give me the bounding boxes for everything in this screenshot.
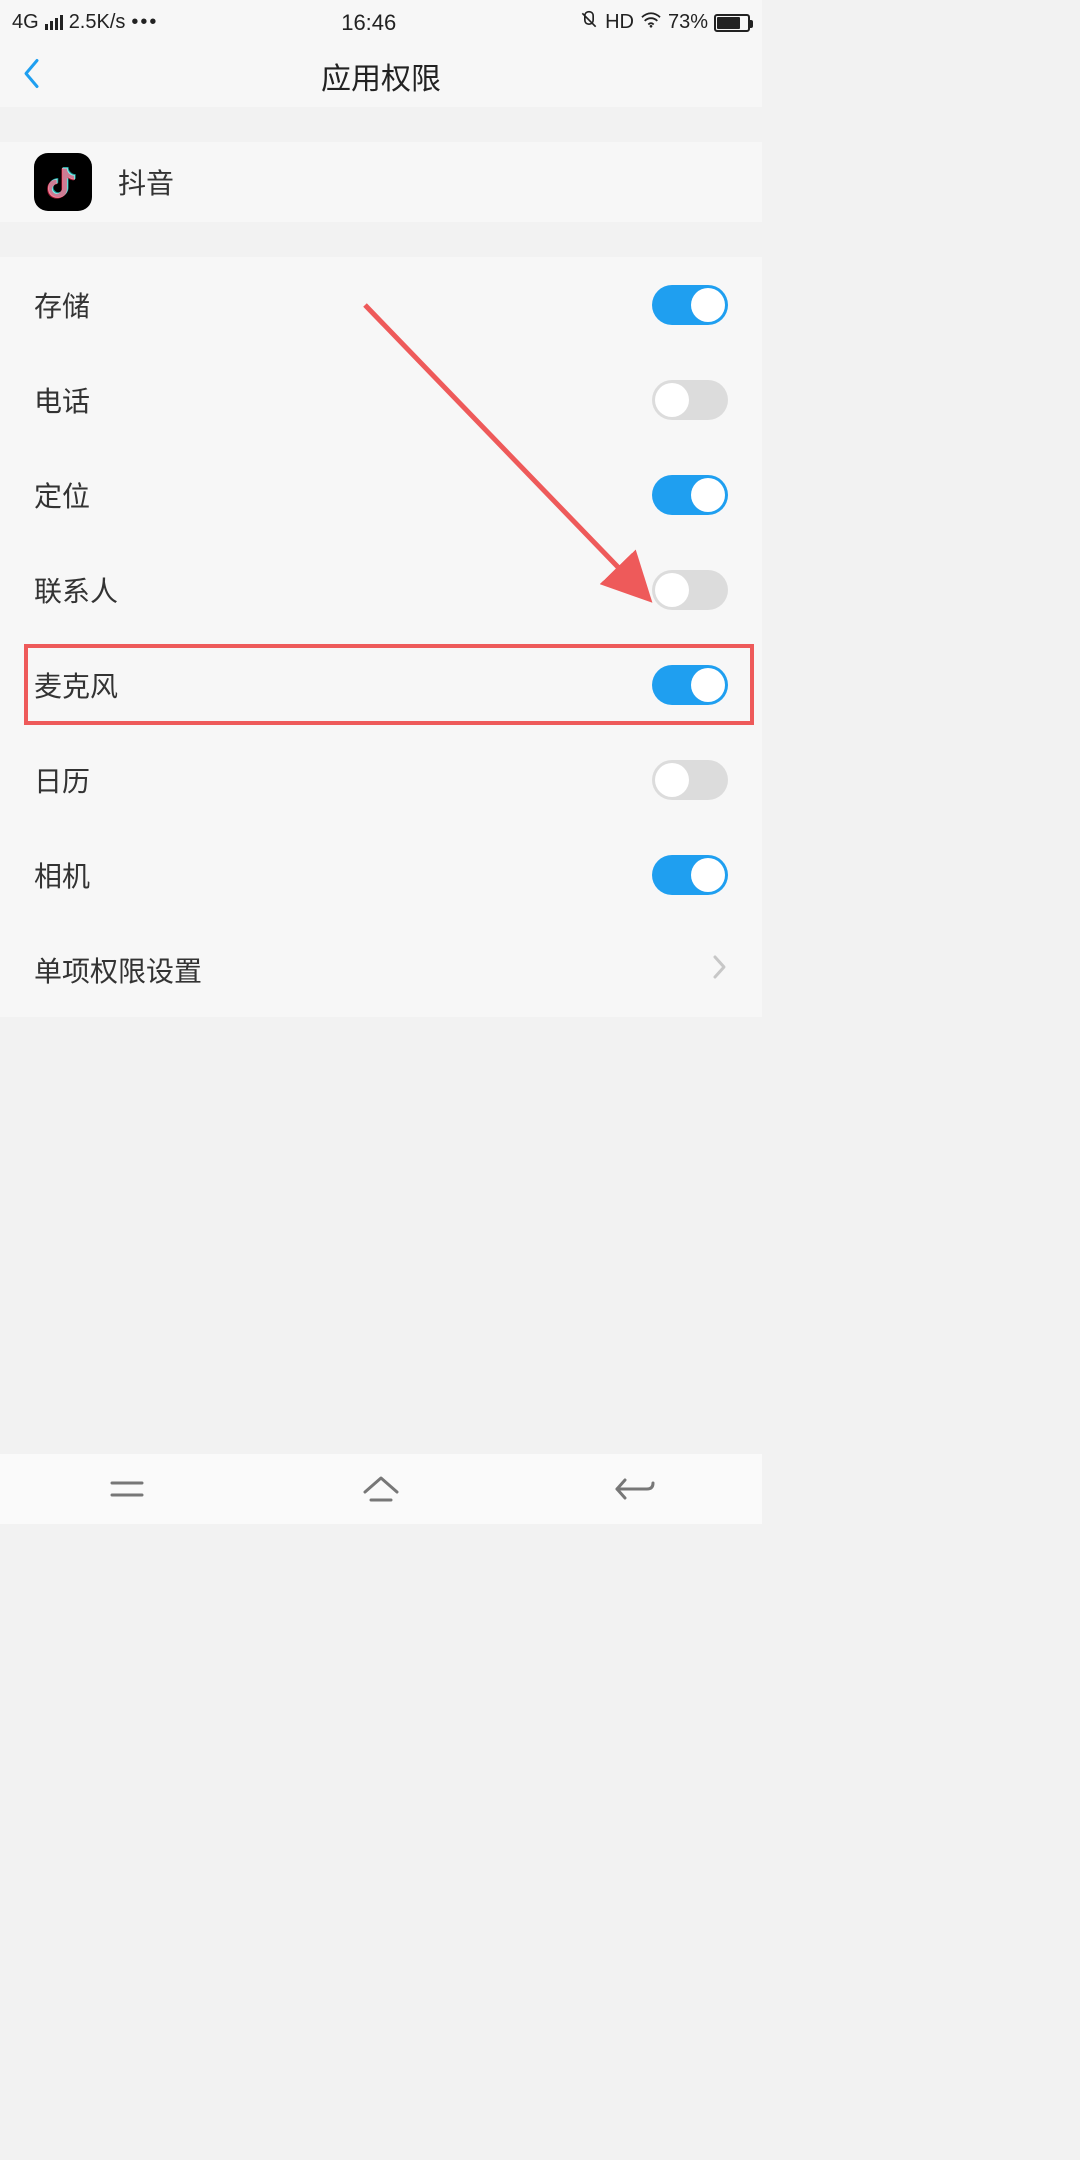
nav-recents-button[interactable]	[87, 1464, 167, 1514]
permission-label: 相机	[34, 855, 652, 895]
permission-row: 相机	[0, 827, 762, 922]
mute-icon	[579, 10, 599, 36]
permission-toggle[interactable]	[652, 570, 728, 610]
status-right: HD 73%	[579, 10, 750, 36]
permission-label: 联系人	[34, 570, 652, 610]
single-permission-settings-row[interactable]: 单项权限设置	[0, 922, 762, 1017]
app-name: 抖音	[118, 162, 174, 202]
system-nav-bar	[0, 1454, 762, 1524]
more-settings-label: 单项权限设置	[34, 950, 712, 990]
permission-row: 存储	[0, 257, 762, 352]
permission-label: 麦克风	[34, 665, 652, 705]
permission-toggle[interactable]	[652, 380, 728, 420]
permission-row: 电话	[0, 352, 762, 447]
permission-list: 存储电话定位联系人麦克风日历相机单项权限设置	[0, 257, 762, 1017]
network-speed: 2.5K/s	[69, 11, 126, 34]
nav-back-button[interactable]	[595, 1464, 675, 1514]
nav-home-button[interactable]	[341, 1464, 421, 1514]
back-button[interactable]	[22, 58, 42, 95]
status-bar: 4G 2.5K/s ••• 16:46 HD 73%	[0, 0, 762, 45]
permission-row: 日历	[0, 732, 762, 827]
permission-toggle[interactable]	[652, 760, 728, 800]
permission-row: 定位	[0, 447, 762, 542]
page-title: 应用权限	[321, 54, 441, 98]
network-type: 4G	[12, 11, 39, 34]
permission-toggle[interactable]	[652, 475, 728, 515]
more-dots-icon: •••	[131, 11, 158, 34]
wifi-icon	[640, 11, 662, 35]
douyin-app-icon	[34, 153, 92, 211]
hd-label: HD	[605, 11, 634, 34]
permission-row: 联系人	[0, 542, 762, 637]
permission-row: 麦克风	[0, 637, 762, 732]
battery-icon	[714, 14, 750, 32]
permission-toggle[interactable]	[652, 855, 728, 895]
signal-icon	[45, 15, 63, 30]
permission-label: 电话	[34, 380, 652, 420]
app-info-row: 抖音	[0, 142, 762, 222]
header: 应用权限	[0, 45, 762, 107]
permission-label: 日历	[34, 760, 652, 800]
permission-toggle[interactable]	[652, 665, 728, 705]
permission-toggle[interactable]	[652, 285, 728, 325]
battery-percent: 73%	[668, 11, 708, 34]
status-left: 4G 2.5K/s •••	[12, 11, 158, 34]
permission-label: 定位	[34, 475, 652, 515]
permission-label: 存储	[34, 285, 652, 325]
chevron-right-icon	[712, 954, 728, 985]
clock: 16:46	[158, 10, 579, 36]
